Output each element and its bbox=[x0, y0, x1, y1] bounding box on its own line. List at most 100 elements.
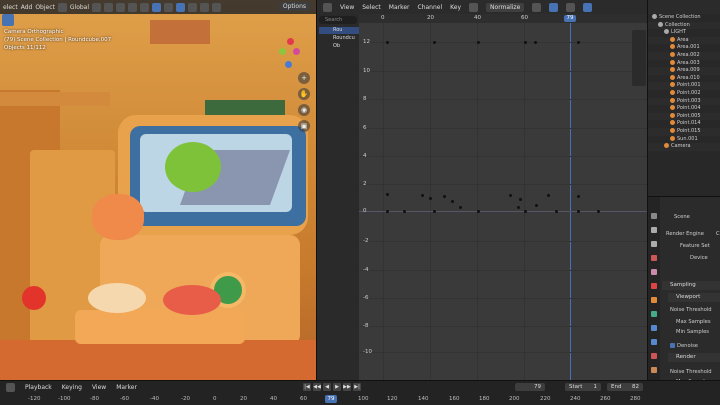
keyframe-point[interactable] bbox=[459, 206, 462, 209]
outliner-item[interactable]: Camera bbox=[648, 143, 720, 151]
keyframe-point[interactable] bbox=[421, 194, 424, 197]
gizmo-neg-icon[interactable] bbox=[285, 61, 292, 68]
physics-tab-icon[interactable] bbox=[651, 311, 657, 317]
shading-material-icon[interactable] bbox=[200, 2, 210, 12]
properties-editor[interactable]: Scene Render Engine C Feature Set Device… bbox=[647, 196, 720, 380]
keyframe-point[interactable] bbox=[509, 194, 512, 197]
outliner-item[interactable]: Area.009 bbox=[648, 67, 720, 75]
outliner-item[interactable]: Point.015 bbox=[648, 127, 720, 136]
outliner-item[interactable]: Point.003 bbox=[648, 97, 720, 106]
outliner-item[interactable]: Scene Collection bbox=[648, 14, 720, 22]
keyframe-point[interactable] bbox=[577, 41, 580, 44]
keyframe-point[interactable] bbox=[433, 41, 436, 44]
graph-proportional-icon[interactable] bbox=[583, 2, 593, 12]
editor-type-icon[interactable] bbox=[323, 2, 332, 12]
transform-orientation-select[interactable]: Global bbox=[70, 4, 89, 11]
keyframe-point[interactable] bbox=[534, 41, 537, 44]
sampling-panel-header[interactable]: Sampling bbox=[662, 281, 720, 290]
keyframe-point[interactable] bbox=[386, 210, 389, 213]
viewport-menu-object[interactable]: Object bbox=[35, 4, 55, 11]
tool-tab-icon[interactable] bbox=[651, 213, 657, 219]
normalize-icon[interactable] bbox=[469, 2, 479, 12]
outliner-item[interactable]: Point.001 bbox=[648, 82, 720, 90]
keyframe-point[interactable] bbox=[429, 197, 432, 200]
keyframe-point[interactable] bbox=[386, 193, 389, 196]
overlay-icon[interactable] bbox=[164, 2, 174, 12]
outliner-item[interactable]: Point.002 bbox=[648, 89, 720, 98]
prev-key-icon[interactable]: ◀◀ bbox=[313, 383, 321, 391]
outliner-item[interactable]: LIGHT bbox=[648, 29, 720, 37]
keyframe-point[interactable] bbox=[577, 195, 580, 198]
pan-hand-icon[interactable]: ✋ bbox=[298, 88, 310, 100]
timeline[interactable]: Playback Keying View Marker |◀ ◀◀ ◀ ▶ ▶▶… bbox=[0, 380, 720, 405]
jump-start-icon[interactable]: |◀ bbox=[303, 383, 311, 391]
keyframe-point[interactable] bbox=[577, 210, 580, 213]
graph-menu-channel[interactable]: Channel bbox=[418, 4, 443, 11]
graph-cursor-icon[interactable] bbox=[532, 2, 542, 12]
keyframe-point[interactable] bbox=[555, 210, 558, 213]
outliner-item[interactable]: Area bbox=[648, 36, 720, 45]
keyframe-point[interactable] bbox=[433, 210, 436, 213]
proportional-edit-icon[interactable] bbox=[116, 2, 126, 12]
channel-row[interactable]: Rou bbox=[319, 27, 359, 34]
outliner[interactable]: Scene Collection Collection LIGHT Area Area.… bbox=[647, 0, 720, 196]
timeline-editor-type-icon[interactable] bbox=[6, 382, 15, 392]
transform-orientation-icon[interactable] bbox=[57, 2, 67, 12]
outliner-item[interactable]: Collection bbox=[648, 21, 720, 30]
keyframe-point[interactable] bbox=[477, 41, 480, 44]
outliner-item[interactable]: Area.001 bbox=[648, 44, 720, 52]
graph-menu-key[interactable]: Key bbox=[450, 4, 461, 11]
texture-tab-icon[interactable] bbox=[651, 367, 657, 373]
gizmo-z-icon[interactable] bbox=[287, 38, 294, 45]
outliner-item[interactable]: Area.003 bbox=[648, 59, 720, 68]
gizmo-toggle-icon[interactable] bbox=[152, 2, 162, 12]
object-tab-icon[interactable] bbox=[651, 297, 657, 303]
keyframe-point[interactable] bbox=[403, 210, 406, 213]
keyframe-point[interactable] bbox=[443, 195, 446, 198]
graph-menu-marker[interactable]: Marker bbox=[389, 4, 410, 11]
navigation-gizmo[interactable] bbox=[275, 38, 305, 68]
select-tool-icon[interactable] bbox=[2, 14, 14, 26]
start-frame-field[interactable]: Start 1 bbox=[565, 383, 601, 391]
play-icon[interactable]: ▶ bbox=[333, 383, 341, 391]
jump-end-icon[interactable]: ▶| bbox=[353, 383, 361, 391]
outliner-item[interactable]: Area.002 bbox=[648, 51, 720, 60]
3d-viewport[interactable]: elect Add Object Global Options Camera O… bbox=[0, 0, 316, 380]
channel-search-input[interactable]: Search bbox=[319, 16, 357, 24]
shading-render-icon[interactable] bbox=[212, 2, 222, 12]
output-tab-icon[interactable] bbox=[651, 241, 657, 247]
graph-filter-icon[interactable] bbox=[549, 2, 559, 12]
keyframe-point[interactable] bbox=[519, 198, 522, 201]
outliner-item[interactable]: Point.014 bbox=[648, 120, 720, 128]
lock-camera-icon[interactable]: ▣ bbox=[298, 120, 310, 132]
visibility-icon[interactable] bbox=[140, 2, 150, 12]
shading-solid-icon[interactable] bbox=[188, 2, 198, 12]
viewport-menu-add[interactable]: Add bbox=[21, 4, 33, 11]
channel-row[interactable]: Ob bbox=[319, 43, 359, 50]
viewport-subpanel-header[interactable]: Viewport bbox=[668, 293, 720, 302]
world-tab-icon[interactable] bbox=[651, 283, 657, 289]
gizmo-x-icon[interactable] bbox=[293, 48, 300, 55]
graph-menu-select[interactable]: Select bbox=[362, 4, 381, 11]
keyframe-point[interactable] bbox=[386, 41, 389, 44]
denoise-checkbox[interactable] bbox=[670, 343, 675, 348]
normalize-toggle[interactable]: Normalize bbox=[486, 2, 525, 12]
next-key-icon[interactable]: ▶▶ bbox=[343, 383, 351, 391]
keyframe-point[interactable] bbox=[451, 200, 454, 203]
graph-sidebar-tools[interactable] bbox=[632, 30, 646, 86]
outliner-item[interactable]: Area.010 bbox=[648, 74, 720, 83]
keyframe-point[interactable] bbox=[517, 206, 520, 209]
keyframe-point[interactable] bbox=[597, 210, 600, 213]
keyframe-point[interactable] bbox=[535, 204, 538, 207]
graph-plot-area[interactable]: 0 20 40 60 79 12 10 8 6 4 2 0 -2 -4 -6 - bbox=[359, 14, 648, 380]
denoise-row[interactable]: Denoise bbox=[670, 343, 698, 349]
current-frame-indicator[interactable]: 79 bbox=[564, 15, 576, 22]
viewport-menu-select[interactable]: elect bbox=[3, 4, 18, 11]
end-frame-field[interactable]: End 82 bbox=[607, 383, 643, 391]
graph-menu-view[interactable]: View bbox=[340, 4, 354, 11]
scene-tab-icon[interactable] bbox=[651, 269, 657, 275]
timeline-menu-playback[interactable]: Playback bbox=[25, 384, 52, 391]
outliner-item[interactable]: Point.005 bbox=[648, 112, 720, 121]
data-tab-icon[interactable] bbox=[651, 339, 657, 345]
frame-ruler[interactable]: 0 20 40 60 79 bbox=[359, 14, 648, 23]
